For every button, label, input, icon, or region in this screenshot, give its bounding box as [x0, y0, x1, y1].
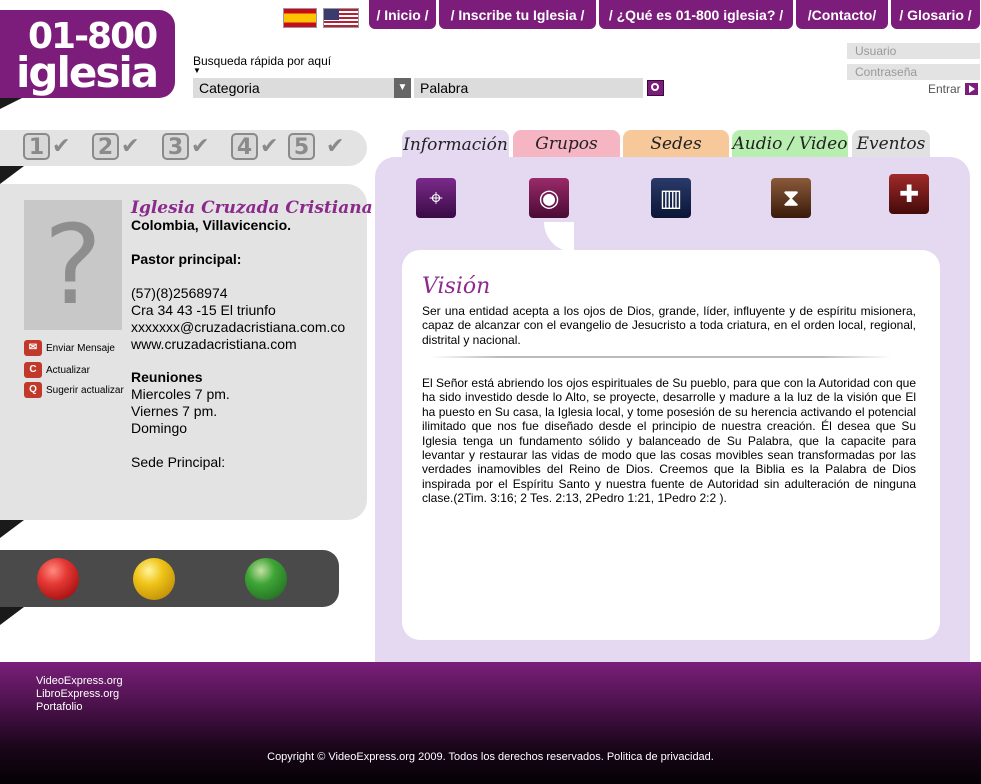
church-website[interactable]: www.cruzadacristiana.com	[131, 336, 297, 352]
refresh-icon: C	[24, 362, 42, 378]
yellow-light-icon[interactable]	[133, 558, 175, 600]
suggest-update-action[interactable]: Q Sugerir actualizar	[24, 382, 124, 398]
nav-contacto[interactable]: /Contacto/	[796, 0, 888, 29]
divider	[430, 356, 892, 358]
password-field[interactable]: Contraseña	[847, 64, 980, 80]
step-5[interactable]: 5	[288, 133, 315, 160]
vision-paragraph-1: Ser una entidad acepta a los ojos de Dio…	[422, 304, 916, 347]
footer-link-libroexpress[interactable]: LibroExpress.org	[36, 688, 119, 700]
hourglass-icon[interactable]: ⧗	[771, 178, 811, 218]
green-light-icon[interactable]	[245, 558, 287, 600]
step-4[interactable]: 4	[231, 133, 258, 160]
category-select[interactable]: Categoria	[193, 78, 411, 98]
book-icon[interactable]: ▥	[651, 178, 691, 218]
meeting-item: Domingo	[131, 420, 188, 436]
vision-paragraph-2: El Señor está abriendo los ojos espiritu…	[422, 376, 916, 506]
logo-line-2: iglesia	[16, 48, 159, 97]
cross-speech-icon[interactable]: ✚	[889, 174, 929, 214]
church-address: Cra 34 43 -15 El triunfo	[131, 302, 276, 318]
target-icon[interactable]: ⌖	[416, 178, 456, 218]
check-icon: ✔	[191, 134, 210, 159]
search-arrow-icon: ▼	[193, 66, 201, 75]
footer-link-portafolio[interactable]: Portafolio	[36, 701, 82, 713]
copyright-text: Copyright © VideoExpress.org 2009. Todos…	[267, 751, 714, 763]
check-icon: ✔	[260, 134, 279, 159]
church-phone: (57)(8)2568974	[131, 285, 228, 301]
update-label: Actualizar	[46, 364, 90, 376]
update-action[interactable]: C Actualizar	[24, 362, 90, 378]
keyword-input[interactable]: Palabra	[414, 78, 643, 98]
step-1[interactable]: 1	[23, 133, 50, 160]
church-email[interactable]: xxxxxxx@cruzadacristiana.com.co	[131, 319, 345, 335]
nav-glosario[interactable]: / Glosario /	[891, 0, 980, 29]
envelope-icon: ✉	[24, 340, 42, 356]
site-logo[interactable]: 01-800 iglesia	[0, 10, 175, 98]
search-button[interactable]	[647, 80, 664, 96]
nav-inscribe[interactable]: / Inscribe tu Iglesia /	[439, 0, 596, 29]
church-photo-placeholder: ?	[24, 200, 122, 330]
check-icon: ✔	[326, 134, 345, 159]
search-icon	[651, 83, 659, 91]
check-icon: ✔	[52, 134, 71, 159]
login-button[interactable]: Entrar	[928, 82, 961, 96]
speech-bubble-icon: Q	[24, 382, 42, 398]
church-location: Colombia, Villavicencio.	[131, 217, 292, 233]
step-3[interactable]: 3	[162, 133, 189, 160]
eye-icon[interactable]: ◉	[529, 178, 569, 218]
chevron-down-icon[interactable]: ▼	[394, 78, 411, 98]
steps-ribbon-tip	[0, 166, 24, 184]
meeting-item: Miercoles 7 pm.	[131, 386, 230, 402]
lights-ribbon-tip	[0, 607, 24, 625]
meetings-heading: Reuniones	[131, 369, 203, 385]
logo-ribbon-tip	[0, 97, 24, 109]
nav-que-es[interactable]: / ¿Qué es 01-800 iglesia? /	[599, 0, 793, 29]
church-name: Iglesia Cruzada Cristiana	[131, 198, 373, 218]
spain-flag-icon[interactable]	[283, 8, 317, 28]
play-arrow-icon[interactable]	[965, 83, 978, 95]
usa-flag-icon[interactable]	[323, 8, 359, 28]
red-light-icon[interactable]	[37, 558, 79, 600]
tab-grupos[interactable]: Grupos	[513, 130, 620, 158]
username-field[interactable]: Usuario	[847, 43, 980, 59]
card-ribbon-tip	[0, 520, 24, 538]
page-footer	[0, 662, 981, 784]
main-site-label: Sede Principal:	[131, 454, 226, 470]
tab-informacion[interactable]: Información	[402, 130, 509, 160]
nav-inicio[interactable]: / Inicio /	[369, 0, 436, 29]
tab-audio-video[interactable]: Audio / Video	[732, 130, 848, 158]
send-message-action[interactable]: ✉ Enviar Mensaje	[24, 340, 115, 356]
search-label: Busqueda rápida por aquí	[193, 54, 332, 68]
suggest-update-label: Sugerir actualizar	[46, 384, 124, 396]
tab-sedes[interactable]: Sedes	[623, 130, 729, 158]
footer-link-videoexpress[interactable]: VideoExpress.org	[36, 675, 123, 687]
check-icon: ✔	[121, 134, 140, 159]
meeting-item: Viernes 7 pm.	[131, 403, 218, 419]
pastor-heading: Pastor principal:	[131, 251, 242, 267]
tab-eventos[interactable]: Eventos	[852, 130, 930, 158]
step-2[interactable]: 2	[92, 133, 119, 160]
send-message-label: Enviar Mensaje	[46, 342, 115, 354]
section-title: Visión	[422, 274, 491, 299]
